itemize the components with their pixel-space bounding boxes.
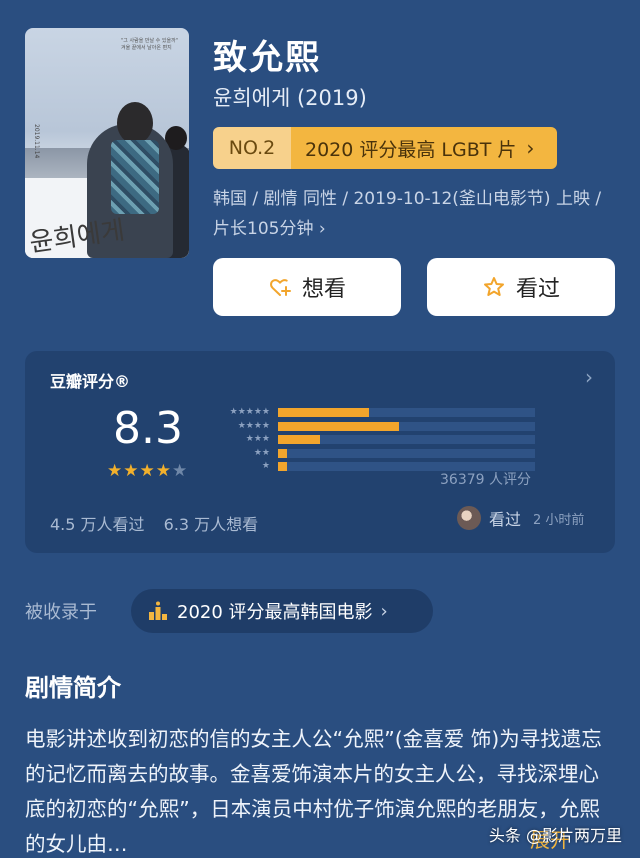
douban-rating-card[interactable]: 豆瓣评分® › 8.3 ★★★★★ ★★★★★ ★★★★ ★★★ ★★ ★ 36379 … [25,351,615,553]
distribution-bar [278,448,535,458]
chevron-right-icon[interactable]: › [585,365,593,389]
synopsis-heading: 剧情简介 [25,674,121,702]
distribution-bar [278,421,535,431]
rating-stars: ★★★★★ [107,461,188,481]
rank-text: 2020 评分最高 LGBT 片 [305,138,517,161]
filled-stars: ★★★★ [107,461,172,481]
rating-title: 豆瓣评分® [50,372,131,391]
distribution-bar [278,435,535,444]
rank-number: NO.2 [213,127,291,169]
rating-distribution: ★★★★★ ★★★★ ★★★ ★★ ★ [210,406,540,474]
distribution-stars: ★★★★★ [229,407,270,417]
watermark: 头条 @影片两万里 [488,826,622,845]
heart-plus-icon [270,279,291,296]
rank-badge[interactable]: NO.2 2020 评分最高 LGBT 片 › [213,127,557,169]
distribution-bar-fill [278,435,321,444]
rating-count: 36379 人评分 [440,472,531,488]
chevron-right-icon: › [526,136,535,160]
distribution-bar-fill [278,462,287,471]
ranking-icon [149,601,167,620]
poster-head-front [117,102,153,144]
recent-action: 看过 [489,510,522,529]
distribution-stars: ★★★★ [237,420,270,431]
star-outline-icon [483,277,504,296]
distribution-stars: ★★ [253,447,270,458]
recent-activity[interactable]: 看过 2 小时前 [457,506,584,530]
recent-time: 2 小时前 [533,512,585,528]
want-label: 想看 [301,277,346,302]
poster-blurb: "그 사람을 만날 수 있을까" 겨울 끝에서 날아온 편지 [121,38,178,51]
distribution-row: ★★ [210,447,540,460]
empty-stars: ★ [171,461,189,481]
collection-name: 2020 评分最高韩国电影 [177,602,373,623]
distribution-stars: ★ [261,461,270,471]
distribution-bar-fill [278,448,287,458]
movie-meta-info[interactable]: 韩国 / 剧情 同性 / 2019-10-12(釜山电影节) 上映 / 片长10… [213,184,613,244]
watched-count: 4.5 万人看过 [50,515,145,534]
distribution-row: ★★★★★ [210,406,540,419]
seen-label: 看过 [515,277,560,302]
chevron-right-icon: › [380,600,388,622]
want-count: 6.3 万人想看 [163,515,259,534]
distribution-stars: ★★★ [245,434,270,444]
distribution-bar-fill [278,408,370,417]
collection-label: 被收录于 [25,602,97,623]
distribution-row: ★★★ [210,433,540,446]
poster-scarf [111,140,159,214]
rating-score: 8.3 [113,403,183,454]
distribution-bar-fill [278,421,399,431]
avatar [457,506,481,530]
want-to-watch-button[interactable]: 想看 [213,258,401,316]
distribution-row: ★★★★ [210,420,540,433]
watched-button[interactable]: 看过 [427,258,615,316]
collection-chip[interactable]: 2020 评分最高韩国电影 › [131,589,433,633]
movie-title: 致允熙 [213,38,321,78]
distribution-bar [278,408,535,417]
poster-date: 2019.11.14 [33,124,40,159]
rank-list-link: 2020 评分最高 LGBT 片 › [291,127,557,169]
watch-stats: 4.5 万人看过 6.3 万人想看 [50,511,272,535]
movie-poster[interactable]: "그 사람을 만날 수 있을까" 겨울 끝에서 날아온 편지 2019.11.1… [25,28,189,258]
movie-original-title: 윤희에게 (2019) [213,86,367,110]
